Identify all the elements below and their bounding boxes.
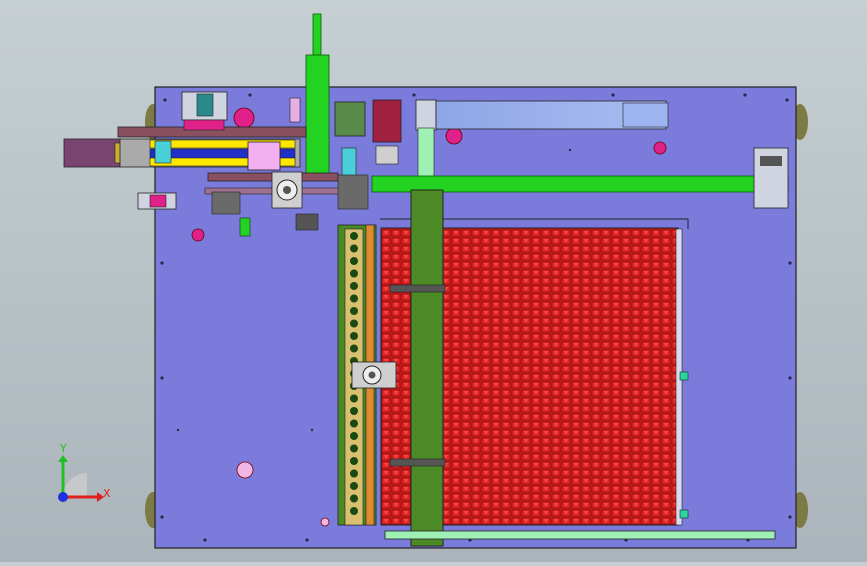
feeder-part [350, 457, 358, 465]
feeder-part [350, 444, 358, 453]
vertical-feeder-rail[interactable] [305, 13, 330, 176]
tray-sensor-lower [679, 509, 689, 519]
feeder-part [350, 482, 358, 490]
feeder-part [350, 332, 358, 340]
feeder-part [350, 494, 358, 503]
tray-sensor-upper [679, 371, 689, 381]
axis-label-y: Y [60, 442, 67, 455]
bottom-guide-rail[interactable] [384, 530, 776, 540]
rotary-gripper-mid[interactable] [351, 361, 397, 389]
feeder-part [350, 419, 358, 428]
coordinate-axes-icon [58, 455, 104, 502]
feeder-part [350, 294, 358, 303]
feeder-part [350, 257, 358, 265]
feeder-part [350, 232, 358, 240]
feeder-part [350, 407, 358, 415]
feeder-part [350, 469, 358, 478]
feeder-part [350, 269, 358, 278]
feeder-part [350, 432, 358, 440]
feeder-part [350, 307, 358, 315]
feeder-part [350, 394, 358, 403]
axis-label-x: X [103, 487, 111, 500]
cad-viewport[interactable]: X Y [0, 0, 867, 562]
feeder-part [350, 244, 358, 253]
rotary-gripper-top[interactable] [271, 171, 303, 209]
feeder-part [350, 507, 358, 515]
cad-model-svg[interactable] [0, 0, 867, 562]
feeder-part [350, 344, 358, 353]
feeder-part [350, 282, 358, 290]
feeder-part [350, 319, 358, 328]
